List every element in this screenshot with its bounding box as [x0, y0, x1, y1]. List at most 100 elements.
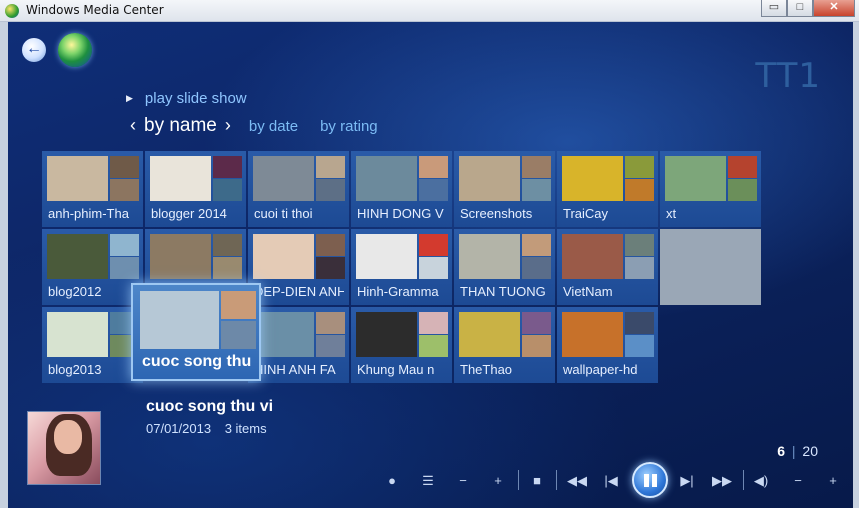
folder-thumbnail-small [221, 321, 256, 349]
folder-tile[interactable]: TheThao [454, 307, 555, 383]
folder-tile[interactable]: Screenshots [454, 151, 555, 227]
folder-thumbnail-small [316, 234, 345, 256]
folder-label: THAN TUONG [460, 284, 546, 299]
folder-tile[interactable]: DEP-DIEN ANH [248, 229, 349, 305]
chevron-right-icon[interactable]: › [225, 115, 231, 136]
folder-thumbnail-small [728, 179, 757, 201]
folder-thumbnail-small [625, 335, 654, 357]
play-icon: ▶ [126, 93, 133, 103]
folder-thumbnail-main [253, 312, 314, 357]
folder-thumbnail-main [253, 234, 314, 279]
folder-tile[interactable]: xt [660, 151, 761, 227]
folder-label: DEP-DIEN ANH [254, 284, 344, 299]
folder-thumbnail-small [213, 257, 242, 279]
folder-thumbnail-small [522, 312, 551, 334]
transport-separator [743, 470, 744, 490]
record-dot-icon[interactable]: ● [381, 472, 403, 490]
folder-tile[interactable]: blog2013 [42, 307, 143, 383]
folder-thumbnail-small [522, 257, 551, 279]
folder-thumbnail-small [316, 179, 345, 201]
folder-tile[interactable]: TraiCay [557, 151, 658, 227]
folder-tile[interactable]: blog2012 [42, 229, 143, 305]
maximize-button[interactable]: □ [787, 0, 813, 17]
page-divider: | [791, 443, 796, 459]
folder-thumbnail-main [562, 312, 623, 357]
folder-label: xt [666, 206, 677, 221]
folder-thumbnail-small [419, 234, 448, 256]
folder-thumbnail-main [356, 312, 417, 357]
play-slide-show-link[interactable]: ▶ play slide show [126, 90, 247, 107]
folder-thumbnail-small [625, 257, 654, 279]
page-current: 6 [777, 443, 785, 459]
volume-up-icon[interactable]: + [822, 472, 844, 490]
selected-folder-meta: 07/01/2013 3 items [146, 421, 277, 436]
folder-tile[interactable]: HINH ANH FA [248, 307, 349, 383]
folder-thumbnail-main [47, 234, 108, 279]
next-track-icon[interactable]: ▶| [676, 472, 698, 490]
sort-by-rating[interactable]: by rating [320, 118, 378, 135]
folder-thumbnail-small [221, 291, 256, 319]
folder-label: cuoi ti thoi [254, 206, 313, 221]
folder-tile[interactable]: cuoc song thu [131, 283, 261, 381]
selected-folder-date: 07/01/2013 [146, 421, 212, 436]
chevron-left-icon[interactable]: ‹ [130, 115, 136, 136]
back-arrow-icon[interactable]: ← [22, 38, 46, 62]
folder-label: VietNam [563, 284, 613, 299]
start-orb-icon[interactable] [58, 33, 92, 67]
transport-separator [556, 470, 557, 490]
folder-thumbnail-main [356, 156, 417, 201]
folder-thumbnail-main [47, 312, 108, 357]
folder-thumbnail-small [213, 179, 242, 201]
folder-label: Hinh-Gramma [357, 284, 439, 299]
folder-thumbnail-main [459, 312, 520, 357]
folder-thumbnail-small [316, 335, 345, 357]
folder-tile[interactable]: Hinh-Gramma [351, 229, 452, 305]
library-title: TT1 [755, 56, 821, 96]
folder-label: blog2013 [48, 362, 102, 377]
folder-thumbnail-main [660, 229, 761, 305]
folder-tile[interactable]: Khung Mau n [351, 307, 452, 383]
sort-by-name[interactable]: by name [144, 115, 217, 137]
volume-icon[interactable]: ◀) [750, 472, 772, 490]
folder-thumbnail-small [522, 156, 551, 178]
folder-thumbnail-small [419, 312, 448, 334]
folder-thumbnail-main [562, 234, 623, 279]
close-button[interactable]: ✕ [813, 0, 855, 17]
selected-folder-title: cuoc song thu vi [146, 398, 274, 415]
folder-tile[interactable]: THAN TUONG [454, 229, 555, 305]
folder-thumbnail-main [459, 234, 520, 279]
folder-thumbnail-small [419, 179, 448, 201]
pause-icon-bar [644, 474, 649, 487]
pause-button[interactable] [632, 462, 668, 498]
window-border-right [853, 22, 859, 508]
folder-tile[interactable]: wallpaper-hd [557, 307, 658, 383]
channel-minus-icon[interactable]: − [452, 472, 474, 490]
page-indicator: 6 | 20 [777, 443, 818, 459]
window-controls: ▭ □ ✕ [761, 0, 855, 17]
fast-forward-icon[interactable]: ▶▶ [709, 472, 735, 490]
minimize-button[interactable]: ▭ [761, 0, 787, 17]
transport-separator [518, 470, 519, 490]
stop-icon[interactable]: ■ [526, 472, 548, 490]
folder-thumbnail-main [459, 156, 520, 201]
folder-tile[interactable]: VietNam [557, 229, 658, 305]
rewind-icon[interactable]: ◀◀ [564, 472, 590, 490]
folder-label: cuoc song thu [142, 353, 252, 370]
previous-track-icon[interactable]: |◀ [600, 472, 622, 490]
folder-thumbnail-small [316, 156, 345, 178]
sort-by-date[interactable]: by date [249, 118, 298, 135]
folder-label: TheThao [460, 362, 513, 377]
folder-tile[interactable] [660, 229, 761, 305]
folder-thumbnail-main [253, 156, 314, 201]
folder-tile[interactable]: blogger 2014 [145, 151, 246, 227]
folder-thumbnail-small [419, 156, 448, 178]
folder-tile[interactable]: anh-phim-Tha [42, 151, 143, 227]
folder-label: anh-phim-Tha [48, 206, 129, 221]
folder-tile[interactable]: HINH DONG V [351, 151, 452, 227]
volume-down-icon[interactable]: − [787, 472, 809, 490]
list-icon[interactable]: ☰ [417, 472, 439, 490]
folder-tile[interactable]: cuoi ti thoi [248, 151, 349, 227]
folder-thumbnail-small [419, 257, 448, 279]
channel-plus-icon[interactable]: + [487, 472, 509, 490]
pause-icon-bar [652, 474, 657, 487]
